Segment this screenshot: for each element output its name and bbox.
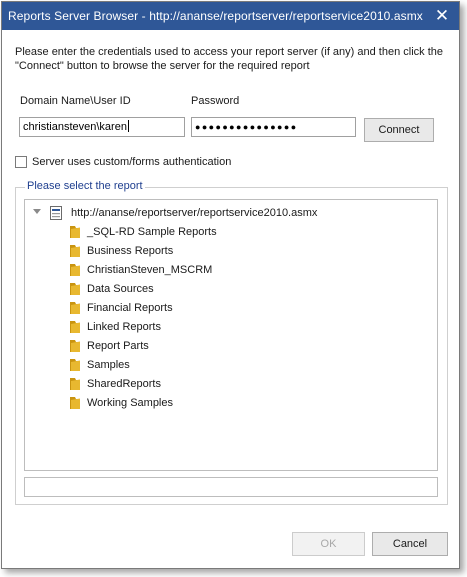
user-id-label: Domain Name\User ID: [20, 95, 131, 107]
selected-report-path-field[interactable]: [24, 477, 438, 497]
cancel-button[interactable]: Cancel: [372, 532, 448, 556]
folder-icon: [70, 340, 80, 352]
custom-auth-label[interactable]: Server uses custom/forms authentication: [32, 156, 231, 168]
tree-folder-label: Data Sources: [87, 283, 154, 295]
text-caret: [127, 120, 129, 132]
folder-icon: [70, 359, 80, 371]
tree-root-label: http://ananse/reportserver/reportservice…: [71, 207, 318, 219]
close-icon[interactable]: ✕: [425, 2, 459, 30]
tree-folder-label: Linked Reports: [87, 321, 161, 333]
window-title: Reports Server Browser - http://ananse/r…: [8, 9, 423, 23]
folder-icon: [70, 245, 80, 257]
collapse-triangle-icon[interactable]: [33, 209, 41, 214]
folder-icon: [70, 321, 80, 333]
title-bar: Reports Server Browser - http://ananse/r…: [2, 2, 459, 30]
connect-button[interactable]: Connect: [364, 118, 434, 142]
custom-auth-checkbox[interactable]: [15, 156, 27, 168]
folder-icon: [70, 302, 80, 314]
folder-icon: [70, 226, 80, 238]
tree-folder-label: Report Parts: [87, 340, 149, 352]
instructions-text: Please enter the credentials used to acc…: [15, 46, 443, 72]
folder-icon: [70, 264, 80, 276]
tree-folder-label: _SQL-RD Sample Reports: [87, 226, 217, 238]
folder-icon: [70, 378, 80, 390]
ok-button[interactable]: OK: [292, 532, 365, 556]
password-label: Password: [191, 95, 240, 107]
password-field[interactable]: ●●●●●●●●●●●●●●●: [191, 117, 356, 137]
tree-folder-label: Working Samples: [87, 397, 173, 409]
tree-folder-label: SharedReports: [87, 378, 161, 390]
tree-folder-label: ChristianSteven_MSCRM: [87, 264, 213, 276]
tree-folder-label: Samples: [87, 359, 130, 371]
tree-folder-label: Financial Reports: [87, 302, 173, 314]
reports-server-browser-dialog: Reports Server Browser - http://ananse/r…: [1, 1, 460, 569]
folder-icon: [70, 283, 80, 295]
report-server-icon: [50, 206, 62, 220]
user-id-value: christiansteven\karen: [23, 121, 127, 133]
report-group-title: Please select the report: [25, 180, 145, 192]
folder-icon: [70, 397, 80, 409]
user-id-field[interactable]: christiansteven\karen: [19, 117, 185, 137]
tree-folder-label: Business Reports: [87, 245, 174, 257]
report-tree[interactable]: http://ananse/reportserver/reportservice…: [24, 199, 438, 471]
